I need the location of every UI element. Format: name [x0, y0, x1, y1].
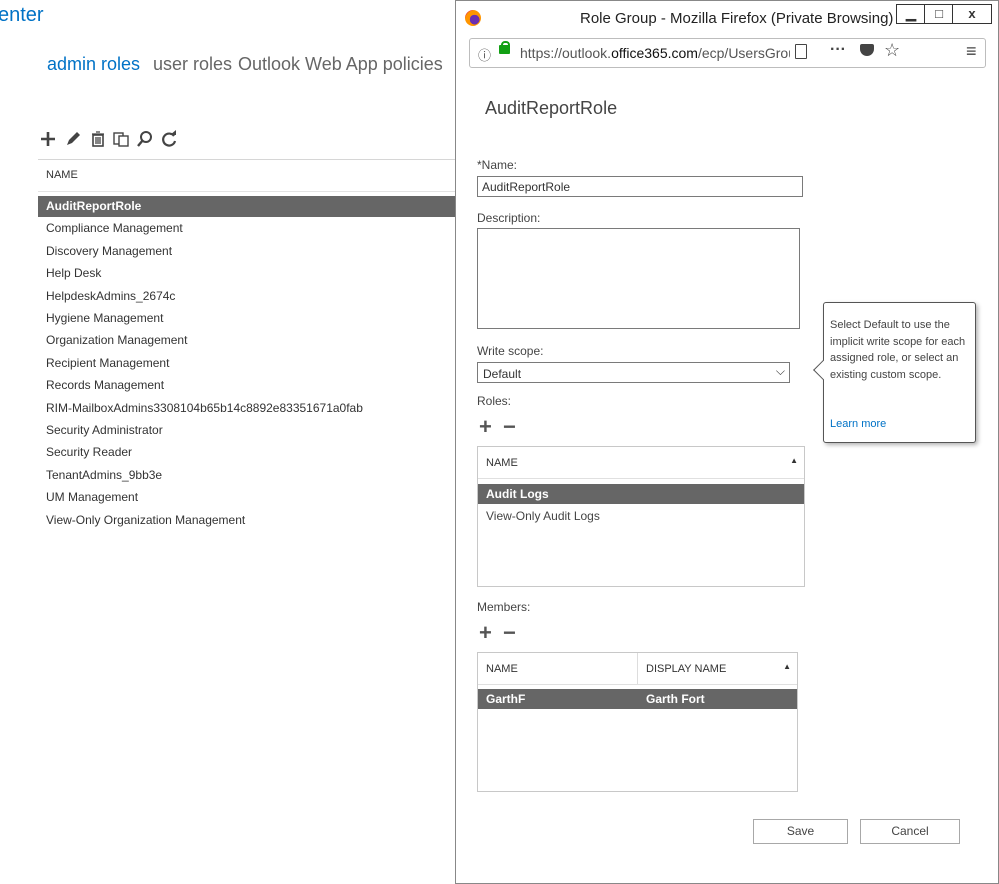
callout-text: Select Default to use the implicit write…	[830, 319, 966, 381]
role-list-row[interactable]: HelpdeskAdmins_2674c	[38, 286, 458, 307]
members-grid: NAME DISPLAY NAME ▲ GarthF Garth Fort	[477, 652, 798, 792]
role-list-row[interactable]: UM Management	[38, 487, 458, 508]
tab-user-roles[interactable]: user roles	[153, 54, 232, 75]
search-icon[interactable]	[136, 130, 154, 148]
description-field[interactable]	[477, 228, 800, 329]
roles-add-icon[interactable]: +	[479, 414, 492, 440]
role-list-row[interactable]: RIM-MailboxAdmins3308104b65b14c8892e8335…	[38, 398, 458, 419]
description-label: Description:	[477, 211, 541, 225]
more-icon[interactable]: ···	[830, 41, 846, 59]
role-list-row[interactable]: Security Reader	[38, 442, 458, 463]
minimize-button[interactable]: ▁	[896, 4, 926, 24]
members-grid-row[interactable]: GarthF Garth Fort	[478, 689, 797, 709]
members-label: Members:	[477, 600, 531, 614]
role-list-row[interactable]: Hygiene Management	[38, 308, 458, 329]
chevron-down-icon: ⌵	[775, 364, 785, 378]
pocket-icon[interactable]	[860, 44, 874, 56]
bookmark-star-icon[interactable]: ☆	[884, 40, 900, 61]
members-grid-header: NAME DISPLAY NAME ▲	[478, 653, 797, 685]
role-list-row[interactable]: Organization Management	[38, 330, 458, 351]
role-list-row[interactable]: Discovery Management	[38, 241, 458, 262]
tab-admin-roles[interactable]: admin roles	[47, 54, 140, 75]
cancel-button[interactable]: Cancel	[860, 819, 960, 844]
lock-shackle	[501, 41, 510, 49]
window-title: Role Group - Mozilla Firefox (Private Br…	[580, 10, 894, 27]
app-title: enter	[0, 4, 44, 26]
url-bar[interactable]: ⓘ https://outlook.office365.com/ecp/User…	[469, 38, 986, 68]
write-scope-select[interactable]: Default ⌵	[477, 362, 790, 383]
role-list-row[interactable]: Security Administrator	[38, 420, 458, 441]
window-titlebar: Role Group - Mozilla Firefox (Private Br…	[456, 1, 998, 35]
list-column-header[interactable]: NAME	[38, 159, 458, 192]
tab-owa-policies[interactable]: Outlook Web App policies	[238, 54, 443, 75]
menu-icon[interactable]: ≡	[966, 41, 977, 62]
sub-navigation: admin roles user roles Outlook Web App p…	[0, 54, 455, 78]
members-display-name-column[interactable]: DISPLAY NAME	[646, 663, 726, 675]
write-scope-label: Write scope:	[477, 344, 544, 358]
role-list-row[interactable]: TenantAdmins_9bb3e	[38, 465, 458, 486]
role-group-window: Role Group - Mozilla Firefox (Private Br…	[455, 0, 999, 884]
maximize-button[interactable]: □	[924, 4, 954, 24]
copy-icon[interactable]	[112, 130, 130, 148]
roles-grid-row[interactable]: Audit Logs	[478, 484, 804, 504]
reader-view-icon[interactable]	[795, 44, 807, 59]
close-button[interactable]: x	[952, 4, 992, 24]
name-field[interactable]: AuditReportRole	[477, 176, 803, 197]
roles-grid: NAME ▲ Audit Logs View-Only Audit Logs	[477, 446, 805, 587]
refresh-icon[interactable]	[160, 130, 178, 148]
learn-more-link[interactable]: Learn more	[830, 416, 886, 433]
role-list-row[interactable]: AuditReportRole	[38, 196, 458, 217]
role-list-row[interactable]: Help Desk	[38, 263, 458, 284]
role-list-row[interactable]: View-Only Organization Management	[38, 510, 458, 531]
url-text: https://outlook.office365.com/ecp/UsersG…	[520, 45, 790, 61]
name-label: *Name:	[477, 158, 518, 172]
role-list-row[interactable]: Compliance Management	[38, 218, 458, 239]
members-remove-icon[interactable]: −	[503, 620, 516, 646]
role-list-row[interactable]: Records Management	[38, 375, 458, 396]
save-button[interactable]: Save	[753, 819, 848, 844]
sort-ascending-icon: ▲	[790, 456, 798, 465]
edit-icon[interactable]	[64, 130, 82, 148]
role-list-row[interactable]: Recipient Management	[38, 353, 458, 374]
column-divider	[637, 653, 638, 684]
delete-icon[interactable]	[89, 130, 107, 148]
members-add-icon[interactable]: +	[479, 620, 492, 646]
add-icon[interactable]	[39, 130, 57, 148]
sort-ascending-icon: ▲	[783, 662, 791, 671]
roles-grid-row[interactable]: View-Only Audit Logs	[478, 506, 804, 526]
write-scope-help-callout: Select Default to use the implicit write…	[813, 302, 976, 443]
info-icon[interactable]: ⓘ	[478, 45, 491, 64]
members-name-column[interactable]: NAME	[486, 663, 518, 675]
firefox-logo-icon	[465, 10, 481, 26]
roles-remove-icon[interactable]: −	[503, 414, 516, 440]
roles-grid-header[interactable]: NAME ▲	[478, 447, 804, 479]
dialog-title: AuditReportRole	[485, 98, 618, 118]
roles-label: Roles:	[477, 394, 512, 408]
